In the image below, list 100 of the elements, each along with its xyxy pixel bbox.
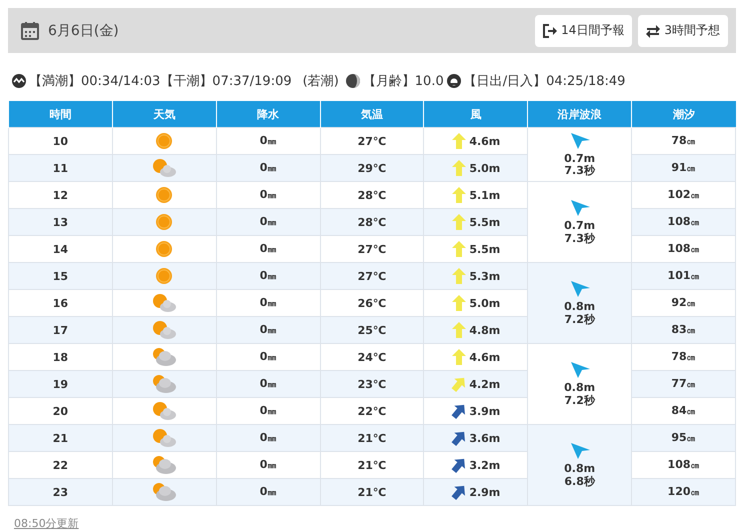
temperature-cell: 28℃ <box>320 182 424 208</box>
tide-level-cell: 120㎝ <box>632 478 736 506</box>
moon-age-text: 【月齢】10.0 <box>362 73 444 90</box>
hour-cell: 16 <box>8 290 112 316</box>
temperature-cell: 23℃ <box>320 370 424 398</box>
wind-speed-text: 3.6m <box>469 432 500 444</box>
rain-cell: 0㎜ <box>216 236 320 262</box>
tide-times-text: 【満潮】00:34/14:03【干潮】07:37/19:09 <box>29 73 292 90</box>
wind-speed-text: 5.5m <box>469 216 500 228</box>
sunrise-icon <box>446 74 461 88</box>
tide-level-cell: 78㎝ <box>632 344 736 370</box>
wave-direction-icon <box>568 132 591 150</box>
exit-icon <box>543 24 558 38</box>
wind-speed-text: 5.5m <box>469 242 500 256</box>
sun-times-text: 【日出/日入】04:25/18:49 <box>464 73 626 90</box>
temperature-cell: 21℃ <box>320 424 424 452</box>
wave-height-text: 0.8m <box>563 382 596 394</box>
temperature-cell: 25℃ <box>320 316 424 344</box>
temperature-cell: 29℃ <box>320 154 424 182</box>
hour-cell: 21 <box>8 424 112 452</box>
column-header: 沿岸波浪 <box>528 101 632 128</box>
wave-period-text: 7.3秒 <box>563 232 596 245</box>
wave-height-text: 0.7m <box>563 152 596 165</box>
wave-direction-icon <box>568 442 591 460</box>
hour-cell: 18 <box>8 344 112 370</box>
tide-level-cell: 83㎝ <box>632 316 736 344</box>
rain-cell: 0㎜ <box>216 182 320 208</box>
column-header: 潮汐 <box>632 101 736 128</box>
column-header: 気温 <box>320 101 424 128</box>
sun-cloud-icon <box>151 347 178 367</box>
column-header: 降水 <box>216 101 320 128</box>
hour-cell: 11 <box>8 154 112 182</box>
tide-level-cell: 78㎝ <box>632 128 736 154</box>
sun-cloud-icon <box>151 158 178 178</box>
hour-cell: 22 <box>8 452 112 478</box>
tide-level-cell: 95㎝ <box>632 424 736 452</box>
sun-cloud-icon <box>151 293 178 313</box>
wind-speed-text: 3.2m <box>469 458 500 472</box>
rain-cell: 0㎜ <box>216 344 320 370</box>
rain-cell: 0㎜ <box>216 398 320 424</box>
wind-speed-text: 3.9m <box>469 404 500 418</box>
wind-speed-text: 4.8m <box>469 324 500 336</box>
hour-cell: 19 <box>8 370 112 398</box>
tide-level-cell: 84㎝ <box>632 398 736 424</box>
temperature-cell: 26℃ <box>320 290 424 316</box>
column-header: 時間 <box>8 101 112 128</box>
temperature-cell: 22℃ <box>320 398 424 424</box>
sun-cloud-icon <box>151 401 178 421</box>
sun-cloud-icon <box>151 482 178 502</box>
update-time-link[interactable]: 08:50分更新 <box>14 516 79 530</box>
hour-cell: 13 <box>8 208 112 236</box>
wind-speed-text: 4.6m <box>469 350 500 364</box>
forecast-3hour-button[interactable]: 3時間予想 <box>638 14 728 46</box>
wave-period-text: 7.3秒 <box>563 165 596 178</box>
wind-speed-text: 4.2m <box>469 378 500 390</box>
tide-level-cell: 101㎝ <box>632 262 736 290</box>
wave-direction-icon <box>568 280 591 298</box>
sun-cloud-icon <box>151 455 178 475</box>
column-header: 風 <box>424 101 528 128</box>
wave-period-text: 6.8秒 <box>563 476 596 488</box>
temperature-cell: 27℃ <box>320 236 424 262</box>
calendar-icon <box>20 20 40 40</box>
tide-level-cell: 102㎝ <box>632 182 736 208</box>
rain-cell: 0㎜ <box>216 128 320 154</box>
wave-height-text: 0.7m <box>563 220 596 232</box>
rain-cell: 0㎜ <box>216 452 320 478</box>
wave-direction-icon <box>568 361 591 380</box>
tide-level-cell: 91㎝ <box>632 154 736 182</box>
tide-level-cell: 77㎝ <box>632 370 736 398</box>
wind-speed-text: 4.6m <box>469 134 500 148</box>
temperature-cell: 28℃ <box>320 208 424 236</box>
temperature-cell: 21℃ <box>320 478 424 506</box>
forecast-14day-button[interactable]: 14日間予報 <box>535 14 632 46</box>
hour-cell: 12 <box>8 182 112 208</box>
hour-cell: 17 <box>8 316 112 344</box>
sun-cloud-icon <box>151 320 178 340</box>
sun-cloud-icon <box>151 374 178 394</box>
wave-period-text: 7.2秒 <box>563 314 596 326</box>
wind-speed-text: 2.9m <box>469 486 500 498</box>
rain-cell: 0㎜ <box>216 290 320 316</box>
wind-speed-text: 5.3m <box>469 270 500 282</box>
rain-cell: 0㎜ <box>216 208 320 236</box>
date-label: 6月6日(金) <box>48 22 119 40</box>
hour-cell: 20 <box>8 398 112 424</box>
wave-height-text: 0.8m <box>563 301 596 314</box>
wave-period-text: 7.2秒 <box>563 394 596 407</box>
temperature-cell: 27℃ <box>320 262 424 290</box>
temperature-cell: 21℃ <box>320 452 424 478</box>
wind-speed-text: 5.0m <box>469 162 500 174</box>
tide-type-text: (若潮) <box>302 73 339 90</box>
hour-cell: 23 <box>8 478 112 506</box>
temperature-cell: 27℃ <box>320 128 424 154</box>
rain-cell: 0㎜ <box>216 262 320 290</box>
rain-cell: 0㎜ <box>216 154 320 182</box>
rain-cell: 0㎜ <box>216 424 320 452</box>
swap-arrows-icon <box>646 24 660 38</box>
rain-cell: 0㎜ <box>216 478 320 506</box>
tide-level-cell: 92㎝ <box>632 290 736 316</box>
hour-cell: 14 <box>8 236 112 262</box>
tide-icon <box>12 74 26 88</box>
